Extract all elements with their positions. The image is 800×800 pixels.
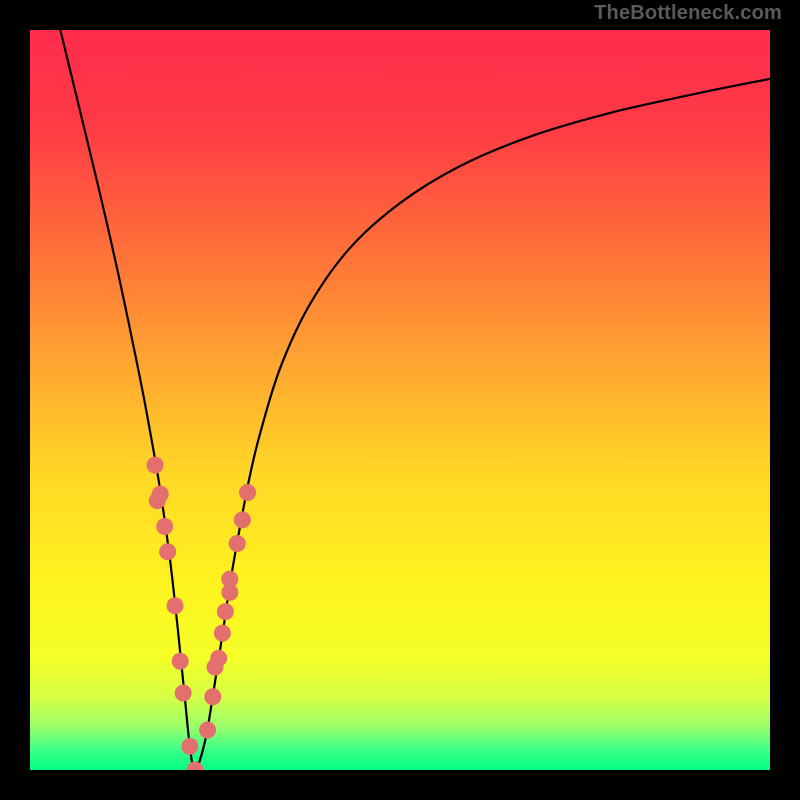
gradient-rect	[30, 30, 770, 770]
sample-dot	[221, 571, 238, 588]
sample-dot	[156, 518, 173, 535]
chart-svg	[30, 30, 770, 770]
sample-dot	[167, 597, 184, 614]
watermark-text: TheBottleneck.com	[594, 2, 782, 25]
sample-dot	[199, 722, 216, 739]
sample-dot	[229, 535, 246, 552]
sample-dot	[149, 492, 166, 509]
sample-dot	[239, 484, 256, 501]
sample-dot	[210, 650, 227, 667]
plot-frame	[30, 30, 770, 770]
sample-dot	[204, 688, 221, 705]
sample-dot	[234, 511, 251, 528]
sample-dot	[159, 543, 176, 560]
sample-dot	[175, 685, 192, 702]
sample-dot	[181, 738, 198, 755]
sample-dot	[214, 625, 231, 642]
sample-dot	[172, 653, 189, 670]
sample-dot	[217, 603, 234, 620]
sample-dot	[147, 457, 164, 474]
